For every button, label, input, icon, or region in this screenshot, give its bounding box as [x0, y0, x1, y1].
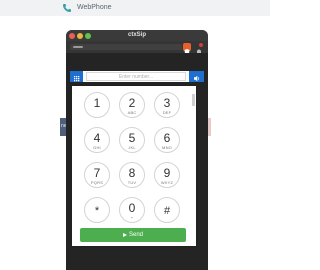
key-4[interactable]: 4 GHI — [84, 127, 110, 153]
speaker-button[interactable] — [189, 71, 204, 82]
key-6[interactable]: 6 MNO — [154, 127, 180, 153]
key-letters: JKL — [128, 145, 136, 150]
key-hash[interactable]: # — [154, 197, 180, 223]
key-7[interactable]: 7 PQRS — [84, 162, 110, 188]
key-letters: TUV — [127, 180, 137, 185]
key-digit: 4 — [93, 131, 101, 145]
key-digit: 2 — [128, 96, 136, 110]
key-digit: 6 — [163, 131, 171, 145]
brave-shield-icon[interactable] — [183, 43, 191, 55]
notification-badge — [199, 43, 203, 47]
key-digit: 9 — [163, 166, 171, 180]
window-titlebar[interactable]: ctxSip — [66, 30, 208, 41]
key-letters: MNO — [162, 145, 172, 150]
key-letters: ABC — [127, 110, 137, 115]
key-2[interactable]: 2 ABC — [119, 92, 145, 118]
key-digit: 3 — [163, 96, 171, 110]
page-header: WebPhone — [0, 0, 270, 16]
key-letters: + — [130, 215, 134, 220]
key-8[interactable]: 8 TUV — [119, 162, 145, 188]
key-digit: 7 — [93, 166, 101, 180]
bell-icon[interactable] — [195, 43, 203, 55]
key-letters: PQRS — [90, 180, 104, 185]
volume-icon — [194, 75, 200, 82]
key-digit: 1 — [93, 96, 101, 110]
key-digit: * — [94, 205, 100, 217]
key-letters: DEF — [162, 110, 172, 115]
address-text — [73, 46, 83, 48]
key-digit: 5 — [128, 131, 136, 145]
key-letters: WXYZ — [160, 180, 174, 185]
key-3[interactable]: 3 DEF — [154, 92, 180, 118]
send-button[interactable]: Send — [80, 228, 186, 242]
window-title: ctxSip — [127, 32, 146, 38]
key-digit: 8 — [128, 166, 136, 180]
key-star[interactable]: * — [84, 197, 110, 223]
phone-number-input[interactable] — [86, 72, 186, 81]
browser-toolbar — [66, 41, 208, 55]
key-digit: # — [163, 205, 171, 217]
keypad-toggle-button[interactable] — [70, 71, 83, 82]
key-5[interactable]: 5 JKL — [119, 127, 145, 153]
dial-toolbar — [70, 71, 204, 82]
key-letters: GHI — [93, 145, 101, 150]
page-title: WebPhone — [77, 4, 112, 11]
scrollbar[interactable] — [192, 94, 195, 106]
send-button-label: Send — [128, 232, 143, 238]
key-0[interactable]: 0 + — [119, 197, 145, 223]
key-9[interactable]: 9 WXYZ — [154, 162, 180, 188]
key-1[interactable]: 1 — [84, 92, 110, 118]
phone-icon — [63, 4, 71, 12]
keypad-panel: 1 2 ABC 3 DEF 4 GHI 5 JKL 6 MNO 7 PQRS 8… — [72, 86, 196, 246]
play-icon — [122, 233, 127, 237]
grid-icon — [74, 76, 80, 82]
key-digit: 0 — [128, 201, 136, 215]
address-bar[interactable] — [70, 44, 182, 50]
